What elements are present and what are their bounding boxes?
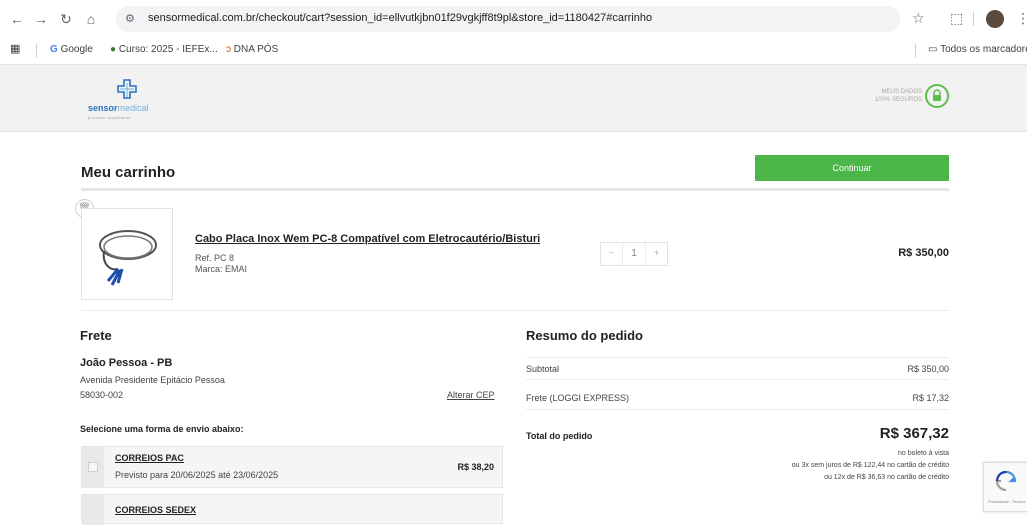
bookmark-google-label: Google bbox=[60, 44, 93, 55]
subtotal-label: Subtotal bbox=[526, 364, 560, 374]
secure-line-2: 100% SEGUROS bbox=[874, 97, 922, 103]
globe-icon: ● bbox=[110, 44, 117, 55]
quantity-stepper: − 1 + bbox=[600, 242, 668, 266]
shipping-cep: 58030-002 bbox=[80, 390, 124, 400]
subtotal-value: R$ 350,00 bbox=[907, 364, 949, 374]
continue-button[interactable]: Continuar bbox=[755, 155, 949, 181]
sensor-medical-logo[interactable]: sensormedical produtos hospitalares bbox=[88, 77, 168, 121]
item-divider bbox=[81, 310, 949, 311]
address-url: sensormedical.com.br/checkout/cart?sessi… bbox=[148, 12, 653, 24]
logo-name-bold: sensor bbox=[88, 103, 118, 113]
google-icon: G bbox=[50, 44, 58, 55]
shipping-option-sedex[interactable]: CORREIOS SEDEX bbox=[81, 494, 503, 525]
all-bookmarks-label: Todos os marcadores bbox=[940, 44, 1027, 55]
total-note-12x: ou 12x de R$ 36,63 no cartão de crédito bbox=[824, 474, 949, 481]
bookmark-dna-label: DNA PÓS bbox=[233, 44, 279, 55]
summary-shipping-label: Frete (LOGGI EXPRESS) bbox=[526, 393, 630, 403]
bookmark-curso[interactable]: ● Curso: 2025 - IEFEx... bbox=[110, 44, 218, 55]
logo-wordmark: sensormedical bbox=[88, 103, 149, 113]
product-brand: Marca: EMAI bbox=[195, 264, 248, 274]
toolbar-divider bbox=[973, 12, 974, 26]
recaptcha-icon bbox=[995, 470, 1017, 492]
home-icon[interactable]: ⌂ bbox=[82, 10, 100, 28]
item-price: R$ 350,00 bbox=[898, 247, 949, 259]
quantity-increase-button[interactable]: + bbox=[645, 243, 667, 265]
browser-toolbar: ← → ↻ ⌂ ⚙ sensormedical.com.br/checkout/… bbox=[0, 0, 1027, 38]
shipping-city: João Pessoa - PB bbox=[80, 357, 173, 369]
product-name-link[interactable]: Cabo Placa Inox Wem PC-8 Compatível com … bbox=[195, 233, 540, 245]
folder-icon: ▭ bbox=[928, 44, 938, 55]
summary-subtotal-row: Subtotal R$ 350,00 bbox=[526, 357, 949, 380]
shipping-radio-2[interactable] bbox=[82, 495, 104, 525]
summary-shipping-value: R$ 17,32 bbox=[912, 393, 949, 403]
menu-kebab-icon[interactable]: ⋮ bbox=[1016, 10, 1027, 27]
dna-logo-icon: ↄ bbox=[226, 44, 231, 55]
change-cep-link[interactable]: Alterar CEP bbox=[447, 390, 495, 400]
forward-arrow-icon[interactable]: → bbox=[32, 10, 50, 28]
lock-icon bbox=[925, 84, 949, 108]
bookmark-dna[interactable]: ↄ DNA PÓS bbox=[226, 44, 278, 55]
recaptcha-text: Privacidade - Termos bbox=[988, 499, 1026, 504]
medical-cross-icon bbox=[117, 79, 137, 99]
bookmark-star-icon[interactable]: ☆ bbox=[912, 10, 925, 27]
recaptcha-badge[interactable]: Privacidade - Termos bbox=[983, 462, 1027, 512]
extensions-puzzle-icon[interactable]: ⬚ bbox=[950, 10, 963, 27]
shipping-select-label: Selecione uma forma de envio abaixo: bbox=[80, 424, 244, 434]
secure-badge: MEUS DADOS 100% SEGUROS bbox=[862, 88, 922, 104]
bookmarks-divider bbox=[36, 44, 37, 58]
cart-divider bbox=[81, 188, 949, 191]
address-bar[interactable]: ⚙ sensormedical.com.br/checkout/cart?ses… bbox=[116, 6, 900, 32]
profile-avatar[interactable] bbox=[986, 10, 1004, 28]
cart-title: Meu carrinho bbox=[81, 164, 176, 181]
summary-shipping-row: Frete (LOGGI EXPRESS) R$ 17,32 bbox=[526, 387, 949, 410]
site-header: sensormedical produtos hospitalares MEUS… bbox=[0, 65, 1027, 132]
apps-grid-icon[interactable]: ▦ bbox=[10, 42, 20, 55]
total-note-3x: ou 3x sem juros de R$ 122,44 no cartão d… bbox=[791, 462, 949, 469]
quantity-value[interactable]: 1 bbox=[623, 243, 645, 265]
bookmark-curso-label: Curso: 2025 - IEFEx... bbox=[118, 44, 218, 55]
logo-tagline: produtos hospitalares bbox=[88, 115, 131, 120]
site-info-icon[interactable]: ⚙ bbox=[125, 12, 135, 25]
shipping-street: Avenida Presidente Epitácio Pessoa bbox=[80, 375, 225, 385]
secure-line-1: MEUS DADOS bbox=[881, 89, 922, 95]
shipping-title: Frete bbox=[80, 328, 112, 343]
bookmarks-bar: ▦ G Google ● Curso: 2025 - IEFEx... ↄ DN… bbox=[0, 38, 1027, 64]
product-image[interactable] bbox=[81, 208, 173, 300]
cable-icon bbox=[99, 230, 157, 286]
shipping-radio[interactable] bbox=[82, 447, 104, 487]
back-arrow-icon[interactable]: ← bbox=[8, 10, 26, 28]
logo-name-light: medical bbox=[117, 103, 149, 113]
shipping-eta: Previsto para 20/06/2025 até 23/06/2025 bbox=[115, 470, 279, 480]
radio-box bbox=[88, 462, 98, 472]
total-label: Total do pedido bbox=[526, 431, 593, 441]
summary-title: Resumo do pedido bbox=[526, 328, 643, 343]
browser-chrome: ← → ↻ ⌂ ⚙ sensormedical.com.br/checkout/… bbox=[0, 0, 1027, 65]
reload-icon[interactable]: ↻ bbox=[57, 10, 75, 28]
total-note-boleto: no boleto à vista bbox=[898, 450, 949, 457]
shipping-carrier: CORREIOS PAC bbox=[115, 453, 184, 463]
bookmarks-divider-right bbox=[915, 44, 916, 58]
shipping-carrier-2: CORREIOS SEDEX bbox=[115, 505, 197, 515]
shipping-option-pac[interactable]: CORREIOS PAC Previsto para 20/06/2025 at… bbox=[81, 446, 503, 488]
bookmark-google[interactable]: G Google bbox=[50, 44, 93, 55]
shipping-cost: R$ 38,20 bbox=[457, 462, 494, 472]
total-value: R$ 367,32 bbox=[879, 425, 949, 442]
quantity-decrease-button[interactable]: − bbox=[601, 243, 623, 265]
all-bookmarks-folder[interactable]: ▭ Todos os marcadores bbox=[928, 44, 1027, 55]
product-ref: Ref. PC 8 bbox=[195, 253, 235, 263]
